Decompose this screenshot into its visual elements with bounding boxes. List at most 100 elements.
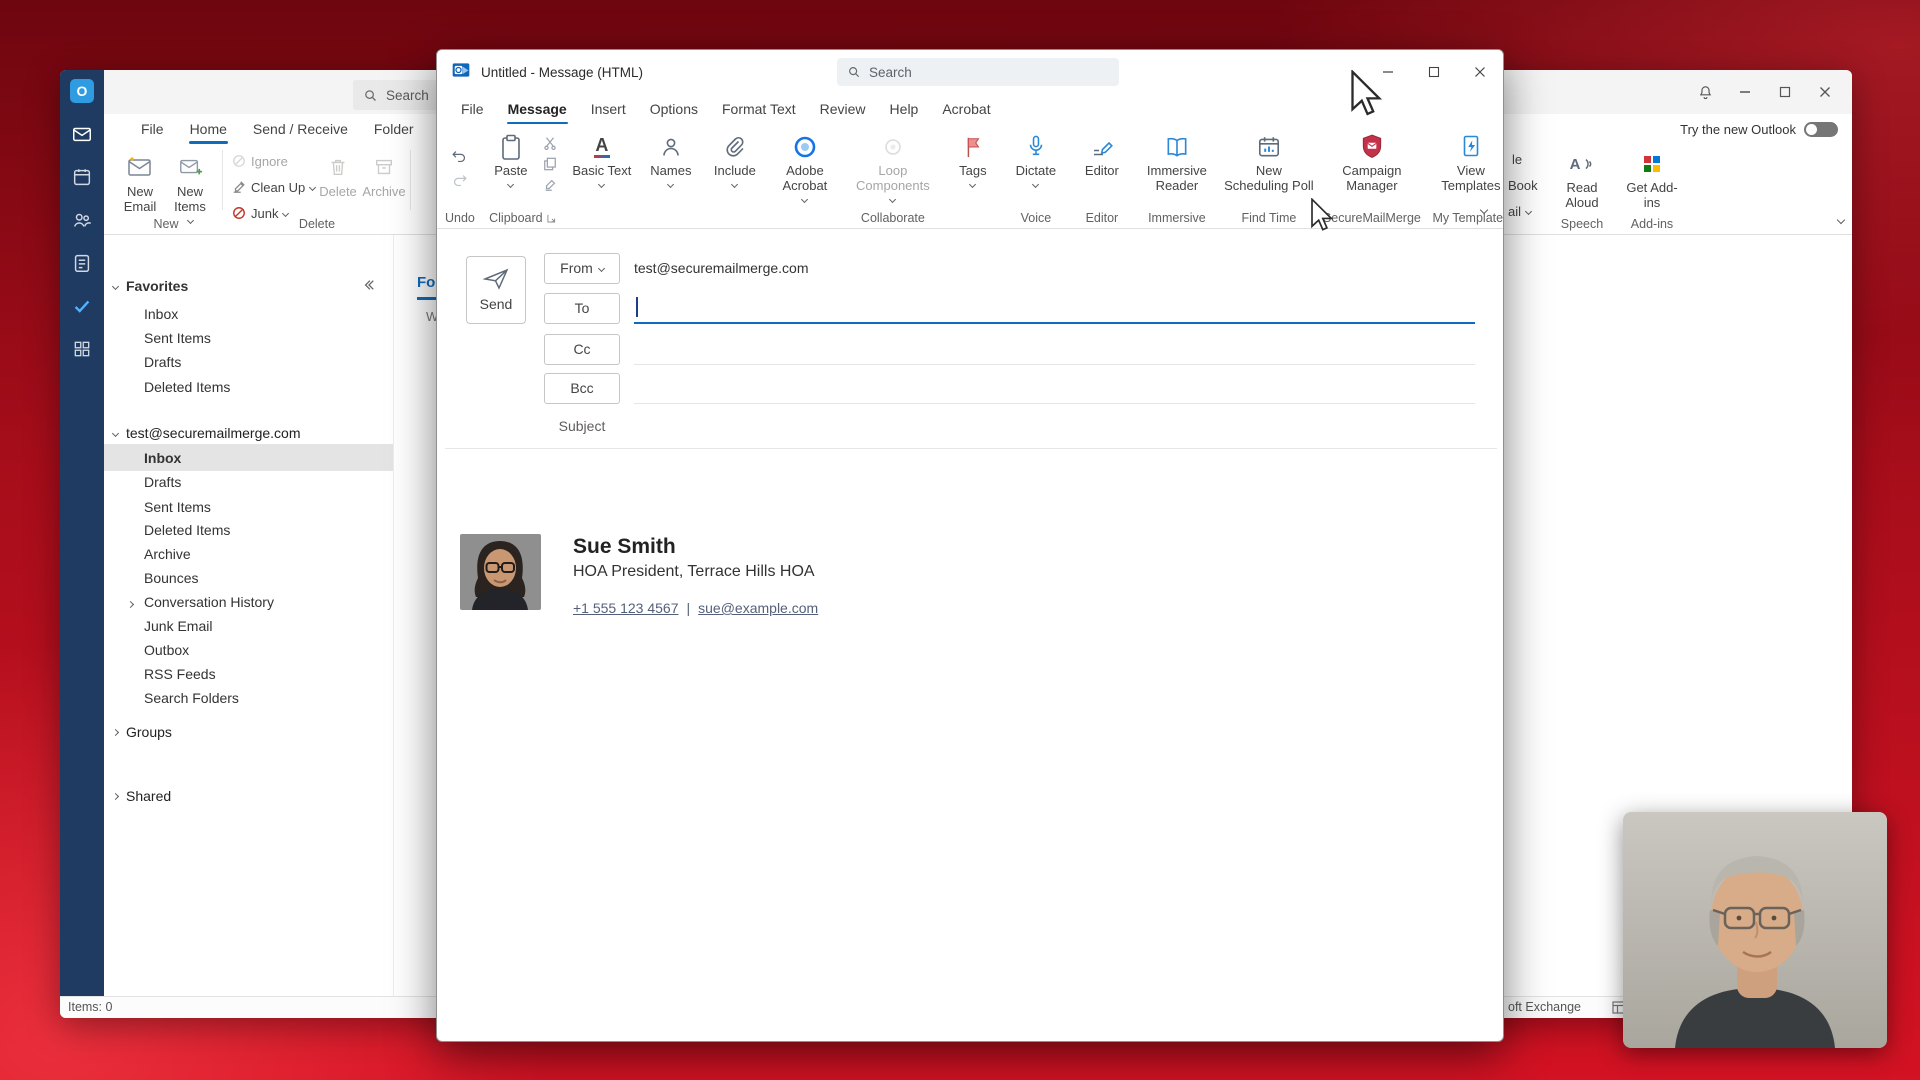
folder-search-folders[interactable]: Search Folders	[104, 686, 393, 710]
search-people-button-fragment[interactable]: le	[1512, 152, 1522, 167]
new-items-button[interactable]: New Items	[166, 152, 214, 225]
main-close-button[interactable]	[1810, 78, 1840, 106]
favorite-folder-deleted-items[interactable]: Deleted Items	[104, 375, 393, 399]
search-icon	[849, 67, 860, 78]
folder-conversation-history[interactable]: Conversation History	[104, 590, 393, 614]
adobe-acrobat-button[interactable]: Adobe Acrobat	[772, 128, 838, 204]
chevron-down-icon	[1524, 207, 1533, 216]
folder-bounces[interactable]: Bounces	[104, 566, 393, 590]
folder-rss-feeds[interactable]: RSS Feeds	[104, 662, 393, 686]
signature-phone-link[interactable]: +1 555 123 4567	[573, 600, 679, 616]
view-templates-button[interactable]: View Templates	[1430, 128, 1503, 193]
apps-nav-icon[interactable]	[69, 337, 95, 361]
todo-nav-icon[interactable]	[69, 294, 95, 318]
groups-header[interactable]: Groups	[104, 720, 393, 744]
compose-close-button[interactable]	[1457, 50, 1503, 94]
signature-email-link[interactable]: sue@example.com	[698, 600, 818, 616]
dialog-launcher-icon[interactable]	[547, 214, 556, 223]
new-outlook-toggle[interactable]	[1804, 121, 1838, 137]
shared-header[interactable]: Shared	[104, 784, 393, 808]
favorite-folder-drafts[interactable]: Drafts	[104, 350, 393, 374]
from-dropdown-button[interactable]: From	[544, 252, 620, 284]
main-minimize-button[interactable]	[1730, 78, 1760, 106]
people-nav-icon[interactable]	[69, 208, 95, 232]
undo-button[interactable]	[451, 149, 468, 169]
compose-search-input[interactable]: Search	[837, 58, 1119, 86]
to-button[interactable]: To	[544, 292, 620, 324]
get-addins-button[interactable]: Get Add-ins	[1620, 150, 1684, 210]
delete-button[interactable]: Delete	[314, 152, 362, 199]
names-button[interactable]: Names	[644, 128, 698, 189]
read-aloud-button[interactable]: A Read Aloud	[1550, 150, 1614, 211]
collapse-pane-icon[interactable]	[363, 278, 375, 294]
notifications-bell-icon[interactable]	[1690, 78, 1720, 106]
main-maximize-button[interactable]	[1770, 78, 1800, 106]
folder-junk-email[interactable]: Junk Email	[104, 614, 393, 638]
adobe-acrobat-icon	[792, 131, 818, 163]
filter-email-button-fragment[interactable]: ail	[1508, 204, 1533, 219]
folder-drafts[interactable]: Drafts	[104, 470, 393, 494]
compose-tab-help[interactable]: Help	[878, 94, 931, 124]
folder-inbox-selected[interactable]: Inbox	[104, 444, 393, 471]
ignore-button[interactable]: Ignore	[232, 151, 288, 171]
tags-button[interactable]: Tags	[948, 128, 998, 189]
copy-icon[interactable]	[540, 155, 560, 173]
compose-tab-review[interactable]: Review	[808, 94, 878, 124]
calendar-nav-icon[interactable]	[69, 165, 95, 189]
send-button[interactable]: Send	[466, 256, 526, 324]
editor-button[interactable]: Editor	[1074, 128, 1130, 178]
main-tab-home[interactable]: Home	[177, 114, 240, 144]
new-email-button[interactable]: New Email	[116, 152, 164, 214]
cc-button[interactable]: Cc	[544, 333, 620, 365]
folder-deleted-items[interactable]: Deleted Items	[104, 518, 393, 542]
chevron-down-icon	[889, 195, 897, 204]
main-tab-file[interactable]: File	[128, 114, 177, 144]
clean-up-button[interactable]: Clean Up	[232, 177, 317, 197]
loop-components-button[interactable]: Loop Components	[848, 128, 938, 204]
cut-icon[interactable]	[540, 134, 560, 152]
tasks-nav-icon[interactable]	[69, 251, 95, 275]
folder-sent-items[interactable]: Sent Items	[104, 495, 393, 519]
subject-label[interactable]: Subject	[544, 418, 620, 434]
bcc-button[interactable]: Bcc	[544, 372, 620, 404]
cc-input[interactable]	[634, 334, 1475, 365]
templates-document-icon	[1459, 131, 1483, 163]
favorite-folder-inbox[interactable]: Inbox	[104, 302, 393, 326]
address-book-button-fragment[interactable]: Book	[1508, 178, 1538, 193]
new-scheduling-poll-button[interactable]: New Scheduling Poll	[1224, 128, 1314, 193]
compose-titlebar[interactable]: Untitled - Message (HTML) Search	[437, 50, 1503, 94]
signature-job-title: HOA President, Terrace Hills HOA	[573, 563, 815, 580]
dictate-button[interactable]: Dictate	[1008, 128, 1064, 189]
favorites-header[interactable]: Favorites	[104, 274, 393, 298]
basic-text-button[interactable]: A Basic Text	[570, 128, 634, 189]
compose-tab-insert[interactable]: Insert	[579, 94, 638, 124]
bcc-input[interactable]	[634, 373, 1475, 404]
chevron-down-icon	[282, 209, 290, 217]
folder-archive[interactable]: Archive	[104, 542, 393, 566]
format-painter-icon[interactable]	[540, 176, 560, 194]
compose-tab-acrobat[interactable]: Acrobat	[930, 94, 1002, 124]
account-header[interactable]: test@securemailmerge.com	[104, 421, 393, 445]
ribbon-collapse-chevron-icon[interactable]	[1479, 200, 1489, 218]
favorite-folder-sent-items[interactable]: Sent Items	[104, 326, 393, 350]
archive-button[interactable]: Archive	[360, 152, 408, 199]
to-input[interactable]	[634, 293, 1475, 324]
mail-nav-icon[interactable]	[69, 122, 95, 146]
ribbon-collapse-chevron-icon[interactable]	[1836, 211, 1846, 226]
compose-tab-format-text[interactable]: Format Text	[710, 94, 808, 124]
compose-tab-message[interactable]: Message	[496, 94, 579, 124]
main-tab-send-receive[interactable]: Send / Receive	[240, 114, 361, 144]
include-button[interactable]: Include	[708, 128, 762, 189]
redo-button[interactable]	[451, 173, 468, 193]
folder-outbox[interactable]: Outbox	[104, 638, 393, 662]
paste-button[interactable]: Paste	[485, 128, 537, 189]
campaign-manager-button[interactable]: Campaign Manager	[1324, 128, 1420, 193]
immersive-reader-button[interactable]: Immersive Reader	[1140, 128, 1214, 193]
main-tab-folder[interactable]: Folder	[361, 114, 427, 144]
get-addins-icon	[1620, 150, 1684, 178]
from-value: test@securemailmerge.com	[634, 260, 809, 276]
compose-tab-file[interactable]: File	[449, 94, 496, 124]
compose-maximize-button[interactable]	[1411, 50, 1457, 94]
compose-tab-options[interactable]: Options	[638, 94, 710, 124]
new-items-icon	[166, 152, 214, 182]
